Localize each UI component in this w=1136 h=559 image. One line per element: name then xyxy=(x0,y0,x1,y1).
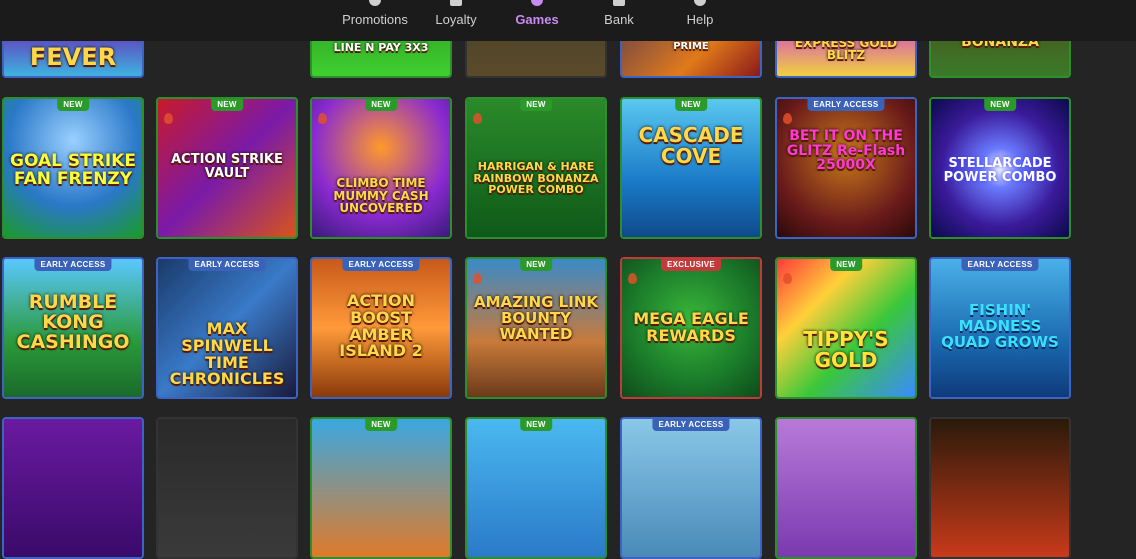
game-tile[interactable]: NEW AMAZING LINK BOUNTY WANTED xyxy=(465,257,607,399)
game-title: PRIME xyxy=(673,40,709,52)
early-access-badge: EARLY ACCESS xyxy=(342,259,420,271)
early-access-badge: EARLY ACCESS xyxy=(188,259,266,271)
game-tile[interactable]: NEW CLIMBO TIME MUMMY CASH UNCOVERED xyxy=(310,97,452,239)
game-tile[interactable]: NEW STELLARCADE POWER COMBO xyxy=(929,97,1071,239)
hot-flame-icon xyxy=(473,273,482,284)
game-tile[interactable]: NEW ACTION STRIKE VAULT xyxy=(156,97,298,239)
game-artwork xyxy=(622,419,760,557)
hot-flame-icon xyxy=(783,273,792,284)
game-title: MEGA EAGLE REWARDS xyxy=(633,309,749,345)
nav-promotions[interactable]: Promotions xyxy=(330,0,420,41)
game-title: STELLARCADE POWER COMBO xyxy=(943,156,1057,185)
game-title: TIPPY'S GOLD xyxy=(803,327,889,372)
game-title: ACTION BOOST AMBER ISLAND 2 xyxy=(339,291,423,361)
game-tile[interactable]: EARLY ACCESS MAX SPINWELL TIME CHRONICLE… xyxy=(156,257,298,399)
crown-icon xyxy=(450,0,462,6)
new-badge: NEW xyxy=(830,259,862,271)
early-access-badge: EARLY ACCESS xyxy=(652,419,730,431)
game-title: RUMBLE KONG CASHINGO xyxy=(16,291,130,353)
help-icon xyxy=(694,0,706,6)
game-tile[interactable] xyxy=(929,417,1071,559)
new-badge: NEW xyxy=(520,99,552,111)
exclusive-badge: EXCLUSIVE xyxy=(660,259,722,271)
game-artwork xyxy=(467,419,605,557)
new-badge: NEW xyxy=(984,99,1016,111)
game-title: FEVER xyxy=(29,42,117,71)
games-icon xyxy=(531,0,543,6)
game-tile[interactable]: EARLY ACCESS FISHIN' MADNESS QUAD GROWS xyxy=(929,257,1071,399)
new-badge: NEW xyxy=(57,99,89,111)
nav-games[interactable]: Games xyxy=(507,0,567,41)
new-badge: NEW xyxy=(520,259,552,271)
hot-flame-icon xyxy=(318,113,327,124)
game-title: HARRIGAN & HARE RAINBOW BONANZA POWER CO… xyxy=(473,160,599,197)
game-tile[interactable]: EARLY ACCESS RUMBLE KONG CASHINGO xyxy=(2,257,144,399)
game-artwork xyxy=(777,419,915,557)
game-tile[interactable]: NEW TIPPY'S GOLD xyxy=(775,257,917,399)
game-tile[interactable] xyxy=(156,417,298,559)
game-tile[interactable] xyxy=(2,417,144,559)
game-tile[interactable]: EARLY ACCESS ACTION BOOST AMBER ISLAND 2 xyxy=(310,257,452,399)
game-tile[interactable]: NEW GOAL STRIKE FAN FRENZY xyxy=(2,97,144,239)
game-tile[interactable]: EARLY ACCESS BET IT ON THE GLITZ Re-Flas… xyxy=(775,97,917,239)
game-tile[interactable]: NEW xyxy=(465,417,607,559)
game-artwork xyxy=(312,99,450,237)
top-navigation: Promotions Loyalty Games Bank Help xyxy=(0,0,1136,41)
hot-flame-icon xyxy=(473,113,482,124)
game-title: ACTION STRIKE VAULT xyxy=(171,152,283,181)
game-title: AMAZING LINK BOUNTY WANTED xyxy=(473,293,598,343)
game-artwork xyxy=(158,419,296,557)
game-title: MAX SPINWELL TIME CHRONICLES xyxy=(169,319,285,389)
game-title: FISHIN' MADNESS QUAD GROWS xyxy=(941,301,1059,351)
new-badge: NEW xyxy=(365,99,397,111)
bank-icon xyxy=(613,0,625,6)
nav-loyalty[interactable]: Loyalty xyxy=(426,0,486,41)
game-tile[interactable]: EXCLUSIVE MEGA EAGLE REWARDS xyxy=(620,257,762,399)
game-tile[interactable]: NEW CASCADE COVE xyxy=(620,97,762,239)
game-tile[interactable]: NEW HARRIGAN & HARE RAINBOW BONANZA POWE… xyxy=(465,97,607,239)
game-title: CASCADE COVE xyxy=(638,123,744,168)
hot-flame-icon xyxy=(628,273,637,284)
game-title: CLIMBO TIME MUMMY CASH UNCOVERED xyxy=(333,176,429,216)
game-tile[interactable]: EARLY ACCESS xyxy=(620,417,762,559)
game-tile[interactable] xyxy=(775,417,917,559)
early-access-badge: EARLY ACCESS xyxy=(961,259,1039,271)
game-artwork xyxy=(622,99,760,237)
game-artwork xyxy=(312,419,450,557)
hot-flame-icon xyxy=(164,113,173,124)
game-title: GOAL STRIKE FAN FRENZY xyxy=(10,151,136,189)
game-artwork xyxy=(931,419,1069,557)
new-badge: NEW xyxy=(365,419,397,431)
game-title: BET IT ON THE GLITZ Re-Flash 25000X xyxy=(786,128,906,174)
new-badge: NEW xyxy=(675,99,707,111)
early-access-badge: EARLY ACCESS xyxy=(807,99,885,111)
hot-flame-icon xyxy=(783,113,792,124)
game-artwork xyxy=(4,419,142,557)
new-badge: NEW xyxy=(211,99,243,111)
early-access-badge: EARLY ACCESS xyxy=(34,259,112,271)
nav-bank[interactable]: Bank xyxy=(590,0,648,41)
new-badge: NEW xyxy=(520,419,552,431)
nav-help[interactable]: Help xyxy=(672,0,728,41)
game-title: LINE N PAY 3X3 xyxy=(333,41,429,55)
home-icon xyxy=(369,0,381,6)
game-tile[interactable]: NEW xyxy=(310,417,452,559)
